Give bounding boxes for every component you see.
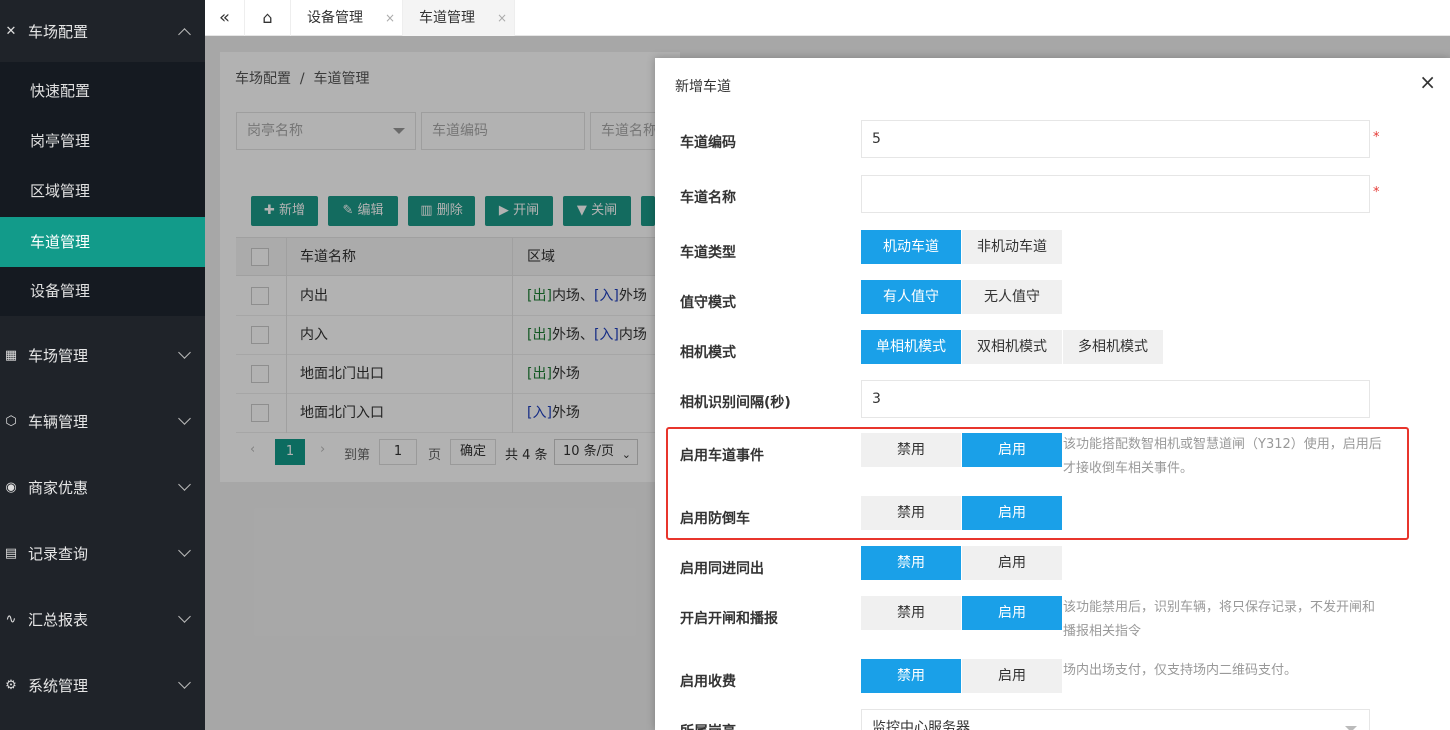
home-tab[interactable]: ⌂ xyxy=(245,0,291,36)
tab-lane-manage[interactable]: 车道管理 × xyxy=(403,0,515,36)
submenu-lot-config: 快速配置 岗亭管理 区域管理 车道管理 设备管理 xyxy=(0,62,205,316)
duty-mode-unattended-option[interactable]: 无人值守 xyxy=(962,280,1062,314)
sidebar-group-lot-config[interactable]: ✕ 车场配置 xyxy=(0,0,205,62)
charging-enable-option[interactable]: 启用 xyxy=(962,659,1062,693)
home-icon: ⌂ xyxy=(262,8,273,27)
chevron-down-icon xyxy=(178,544,191,557)
coupon-icon: ◉ xyxy=(5,479,17,495)
lane-type-motor-option[interactable]: 机动车道 xyxy=(861,230,961,264)
dialog-title: 新增车道 xyxy=(675,79,731,95)
clipboard-icon: ▤ xyxy=(4,545,18,561)
grid-icon: ▦ xyxy=(4,347,18,363)
chevron-down-icon xyxy=(178,610,191,623)
required-mark: * xyxy=(1373,185,1380,200)
close-icon[interactable]: × xyxy=(1419,72,1436,92)
booth-select-value: 监控中心服务器 xyxy=(872,720,970,730)
lane-code-label: 车道编码 xyxy=(680,135,736,151)
sidebar-group-merchant[interactable]: ◉ 商家优惠 xyxy=(0,456,205,518)
charging-disable-option[interactable]: 禁用 xyxy=(861,659,961,693)
sidebar-group-records[interactable]: ▤ 记录查询 xyxy=(0,522,205,584)
sidebar-group-label: 车场配置 xyxy=(28,22,89,41)
tab-device-manage[interactable]: 设备管理 × xyxy=(291,0,403,36)
tab-label: 车道管理 xyxy=(419,10,475,26)
lane-code-input[interactable]: 5 xyxy=(861,120,1370,158)
charging-hint: 场内出场支付，仅支持场内二维码支付。 xyxy=(1063,663,1298,678)
camera-mode-double-option[interactable]: 双相机模式 xyxy=(962,330,1062,364)
chevron-down-icon xyxy=(178,676,191,689)
sidebar-group-reports[interactable]: ∿ 汇总报表 xyxy=(0,588,205,650)
required-mark: * xyxy=(1373,130,1380,145)
sidebar-group-label: 车场管理 xyxy=(28,346,89,365)
close-icon[interactable]: × xyxy=(497,11,507,25)
sidebar-item-device[interactable]: 设备管理 xyxy=(0,266,205,316)
charging-label: 启用收费 xyxy=(680,674,736,690)
recognize-interval-label: 相机识别间隔(秒) xyxy=(680,395,791,411)
open-broadcast-enable-option[interactable]: 启用 xyxy=(962,596,1062,630)
camera-mode-multi-option[interactable]: 多相机模式 xyxy=(1063,330,1163,364)
collapse-sidebar-button[interactable]: « xyxy=(205,0,245,36)
add-lane-dialog: 新增车道 × 车道编码 5 * 车道名称 * 车道类型 机动车道 非机动车道 值… xyxy=(655,58,1450,730)
gear-icon: ⚙ xyxy=(5,677,17,693)
booth-select[interactable]: 监控中心服务器 xyxy=(861,709,1370,730)
chevron-down-icon xyxy=(178,346,191,359)
sync-in-out-disable-option[interactable]: 禁用 xyxy=(861,546,961,580)
lane-name-label: 车道名称 xyxy=(680,190,736,206)
pulse-icon: ∿ xyxy=(5,611,17,627)
sidebar: ✕ 车场配置 快速配置 岗亭管理 区域管理 车道管理 设备管理 ▦ 车场管理 ⬡… xyxy=(0,0,205,730)
duty-mode-attended-option[interactable]: 有人值守 xyxy=(861,280,961,314)
double-chevron-left-icon: « xyxy=(218,7,230,28)
lane-type-label: 车道类型 xyxy=(680,245,736,261)
lane-type-nonmotor-option[interactable]: 非机动车道 xyxy=(962,230,1062,264)
sync-in-out-label: 启用同进同出 xyxy=(680,561,764,577)
tab-label: 设备管理 xyxy=(307,10,363,26)
cube-icon: ⬡ xyxy=(5,413,17,429)
sidebar-item-booth[interactable]: 岗亭管理 xyxy=(0,116,205,166)
tools-icon: ✕ xyxy=(5,23,17,39)
sidebar-item-lane[interactable]: 车道管理 xyxy=(0,217,205,267)
chevron-up-icon xyxy=(178,28,191,41)
close-icon[interactable]: × xyxy=(385,11,395,25)
open-broadcast-label: 开启开闸和播报 xyxy=(680,611,778,627)
sidebar-item-area[interactable]: 区域管理 xyxy=(0,166,205,216)
sidebar-item-quick-config[interactable]: 快速配置 xyxy=(0,66,205,116)
sidebar-group-system[interactable]: ⚙ 系统管理 xyxy=(0,654,205,716)
sidebar-group-lot-manage[interactable]: ▦ 车场管理 xyxy=(0,324,205,386)
lane-name-input[interactable] xyxy=(861,175,1370,213)
highlight-box xyxy=(666,427,1409,540)
sidebar-group-label: 车辆管理 xyxy=(28,412,89,431)
sidebar-group-label: 汇总报表 xyxy=(28,610,89,629)
sync-in-out-enable-option[interactable]: 启用 xyxy=(962,546,1062,580)
booth-label: 所属岗亭 xyxy=(680,721,736,730)
open-broadcast-disable-option[interactable]: 禁用 xyxy=(861,596,961,630)
chevron-down-icon xyxy=(178,478,191,491)
open-broadcast-hint: 该功能禁用后，识别车辆，将只保存记录，不发开闸和播报相关指令 xyxy=(1063,600,1376,639)
camera-mode-single-option[interactable]: 单相机模式 xyxy=(861,330,961,364)
sidebar-group-vehicle[interactable]: ⬡ 车辆管理 xyxy=(0,390,205,452)
camera-mode-label: 相机模式 xyxy=(680,345,736,361)
tab-bar: « ⌂ 设备管理 × 车道管理 × xyxy=(205,0,1450,36)
recognize-interval-input[interactable]: 3 xyxy=(861,380,1370,418)
chevron-down-icon xyxy=(178,412,191,425)
caret-down-icon xyxy=(1345,726,1357,730)
sidebar-group-label: 系统管理 xyxy=(28,676,89,695)
sidebar-group-label: 商家优惠 xyxy=(28,478,89,497)
duty-mode-label: 值守模式 xyxy=(680,295,736,311)
sidebar-group-label: 记录查询 xyxy=(28,544,89,563)
